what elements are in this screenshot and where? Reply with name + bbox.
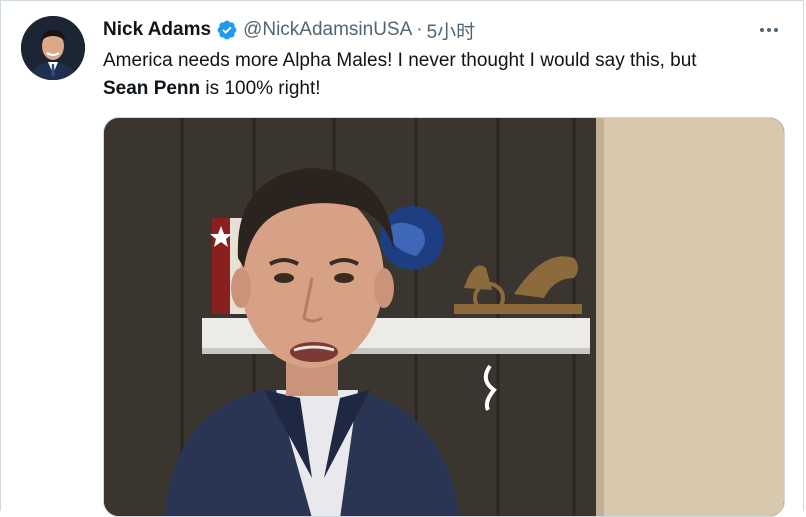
separator-dot: · bbox=[416, 19, 423, 40]
video-frame bbox=[104, 118, 784, 516]
tweet-text-line1: America needs more Alpha Males! I never … bbox=[103, 50, 697, 71]
more-options-icon[interactable] bbox=[757, 19, 781, 41]
avatar-image bbox=[21, 16, 85, 80]
tweet-text-line2: is 100% right! bbox=[200, 78, 321, 99]
tweet-video[interactable] bbox=[103, 117, 785, 517]
tweet-header: Nick Adams @NickAdamsinUSA · 5小时 bbox=[103, 17, 476, 44]
author-display-name[interactable]: Nick Adams bbox=[103, 19, 211, 41]
tweet-text-mention: Sean Penn bbox=[103, 78, 201, 99]
timestamp[interactable]: 5小时 bbox=[427, 17, 476, 44]
verified-badge-icon bbox=[216, 19, 238, 41]
tweet-text: America needs more Alpha Males! I never … bbox=[103, 47, 783, 103]
author-handle[interactable]: @NickAdamsinUSA bbox=[243, 19, 412, 41]
tweet-card[interactable]: Nick Adams @NickAdamsinUSA · 5小时 America… bbox=[0, 0, 804, 517]
avatar[interactable] bbox=[21, 16, 85, 80]
